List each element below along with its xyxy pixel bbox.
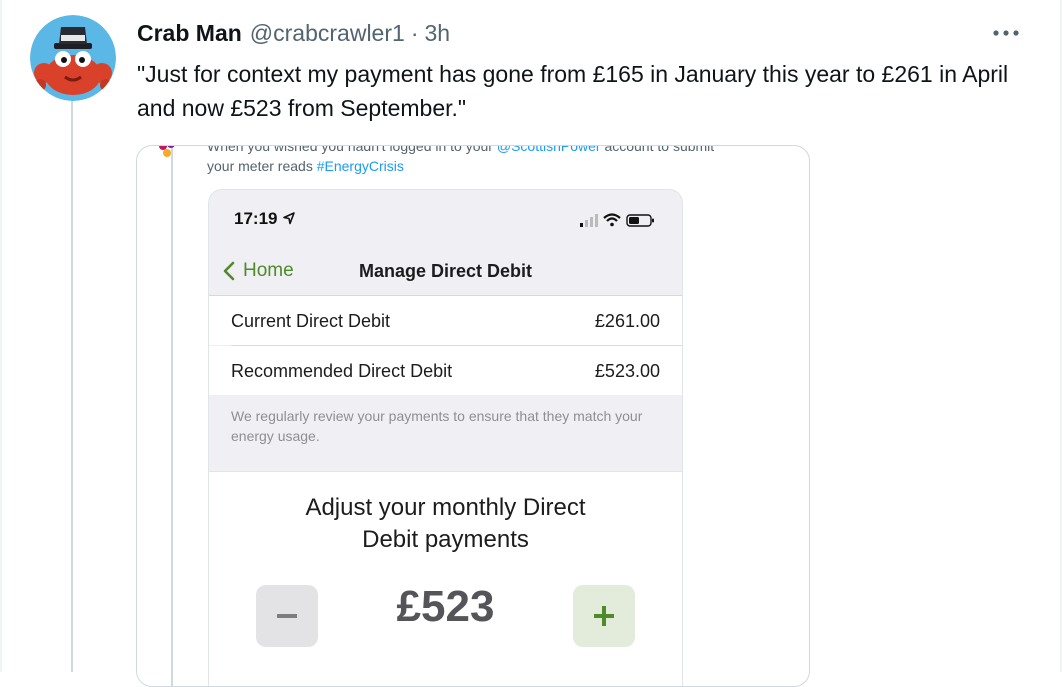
decrease-amount-button[interactable]	[256, 585, 318, 647]
signal-icon	[580, 214, 598, 227]
navigation-bar: Home Manage Direct Debit	[209, 250, 682, 294]
status-time: 17:19	[234, 209, 296, 229]
tweet-header: Crab Man @crabcrawler1 · 3h	[137, 20, 450, 48]
more-horizontal-icon	[993, 30, 1019, 36]
separator-dot: ·	[410, 20, 419, 46]
quoted-avatar-icon	[159, 146, 175, 157]
status-bar: 17:19	[209, 190, 682, 240]
column-border-left	[0, 0, 2, 672]
quoted-text-prefix: When you wished you hadn't logged in to …	[207, 145, 497, 154]
quoted-avatar	[155, 146, 185, 162]
quoted-thread-line	[171, 146, 173, 686]
row-label: Current Direct Debit	[231, 311, 391, 331]
more-options-button[interactable]	[986, 20, 1026, 48]
hashtag-link[interactable]: #EnergyCrisis	[317, 158, 404, 174]
status-icons	[580, 213, 654, 227]
row-value: £523.00	[594, 361, 660, 381]
quoted-tweet-text-line2: your meter reads #EnergyCrisis	[207, 158, 404, 174]
avatar[interactable]	[30, 15, 116, 101]
row-label: Recommended Direct Debit	[231, 361, 453, 381]
tweet-text: "Just for context my payment has gone fr…	[137, 61, 1009, 121]
payment-amount: £523	[396, 582, 495, 631]
status-time-text: 17:19	[234, 209, 278, 228]
quoted-text-suffix: account to submit	[600, 145, 715, 154]
current-direct-debit-row: Current Direct Debit £261.00	[209, 296, 682, 345]
row-value: £261.00	[594, 311, 660, 331]
page-title: Manage Direct Debit	[358, 261, 533, 281]
user-handle[interactable]: @crabcrawler1	[250, 20, 405, 47]
thread-connector-line	[71, 100, 73, 672]
quoted-tweet-text-line1: When you wished you hadn't logged in to …	[207, 145, 807, 154]
adjust-title: Adjust your monthly Direct Debit payment…	[305, 494, 586, 553]
battery-icon	[626, 214, 654, 227]
wifi-icon	[603, 213, 621, 227]
phone-screenshot-image[interactable]: 17:19 Home Manage Direct Debit Current D…	[208, 189, 683, 686]
crab-avatar-icon	[30, 15, 116, 101]
quoted-text-line2-prefix: your meter reads	[207, 158, 317, 174]
display-name[interactable]: Crab Man	[137, 20, 242, 47]
adjust-payment-panel: Adjust your monthly Direct Debit payment…	[209, 471, 682, 686]
quoted-tweet-card[interactable]: When you wished you hadn't logged in to …	[136, 145, 810, 687]
mention-link[interactable]: @ScottishPower	[497, 146, 601, 154]
location-arrow-icon	[283, 212, 296, 225]
increase-amount-button[interactable]	[573, 585, 635, 647]
recommended-direct-debit-row: Recommended Direct Debit £523.00	[209, 346, 682, 395]
tweet-detail-page: Crab Man @crabcrawler1 · 3h "Just for co…	[0, 0, 1062, 687]
review-note: We regularly review your payments to ens…	[231, 408, 643, 444]
timestamp[interactable]: 3h	[424, 20, 450, 47]
